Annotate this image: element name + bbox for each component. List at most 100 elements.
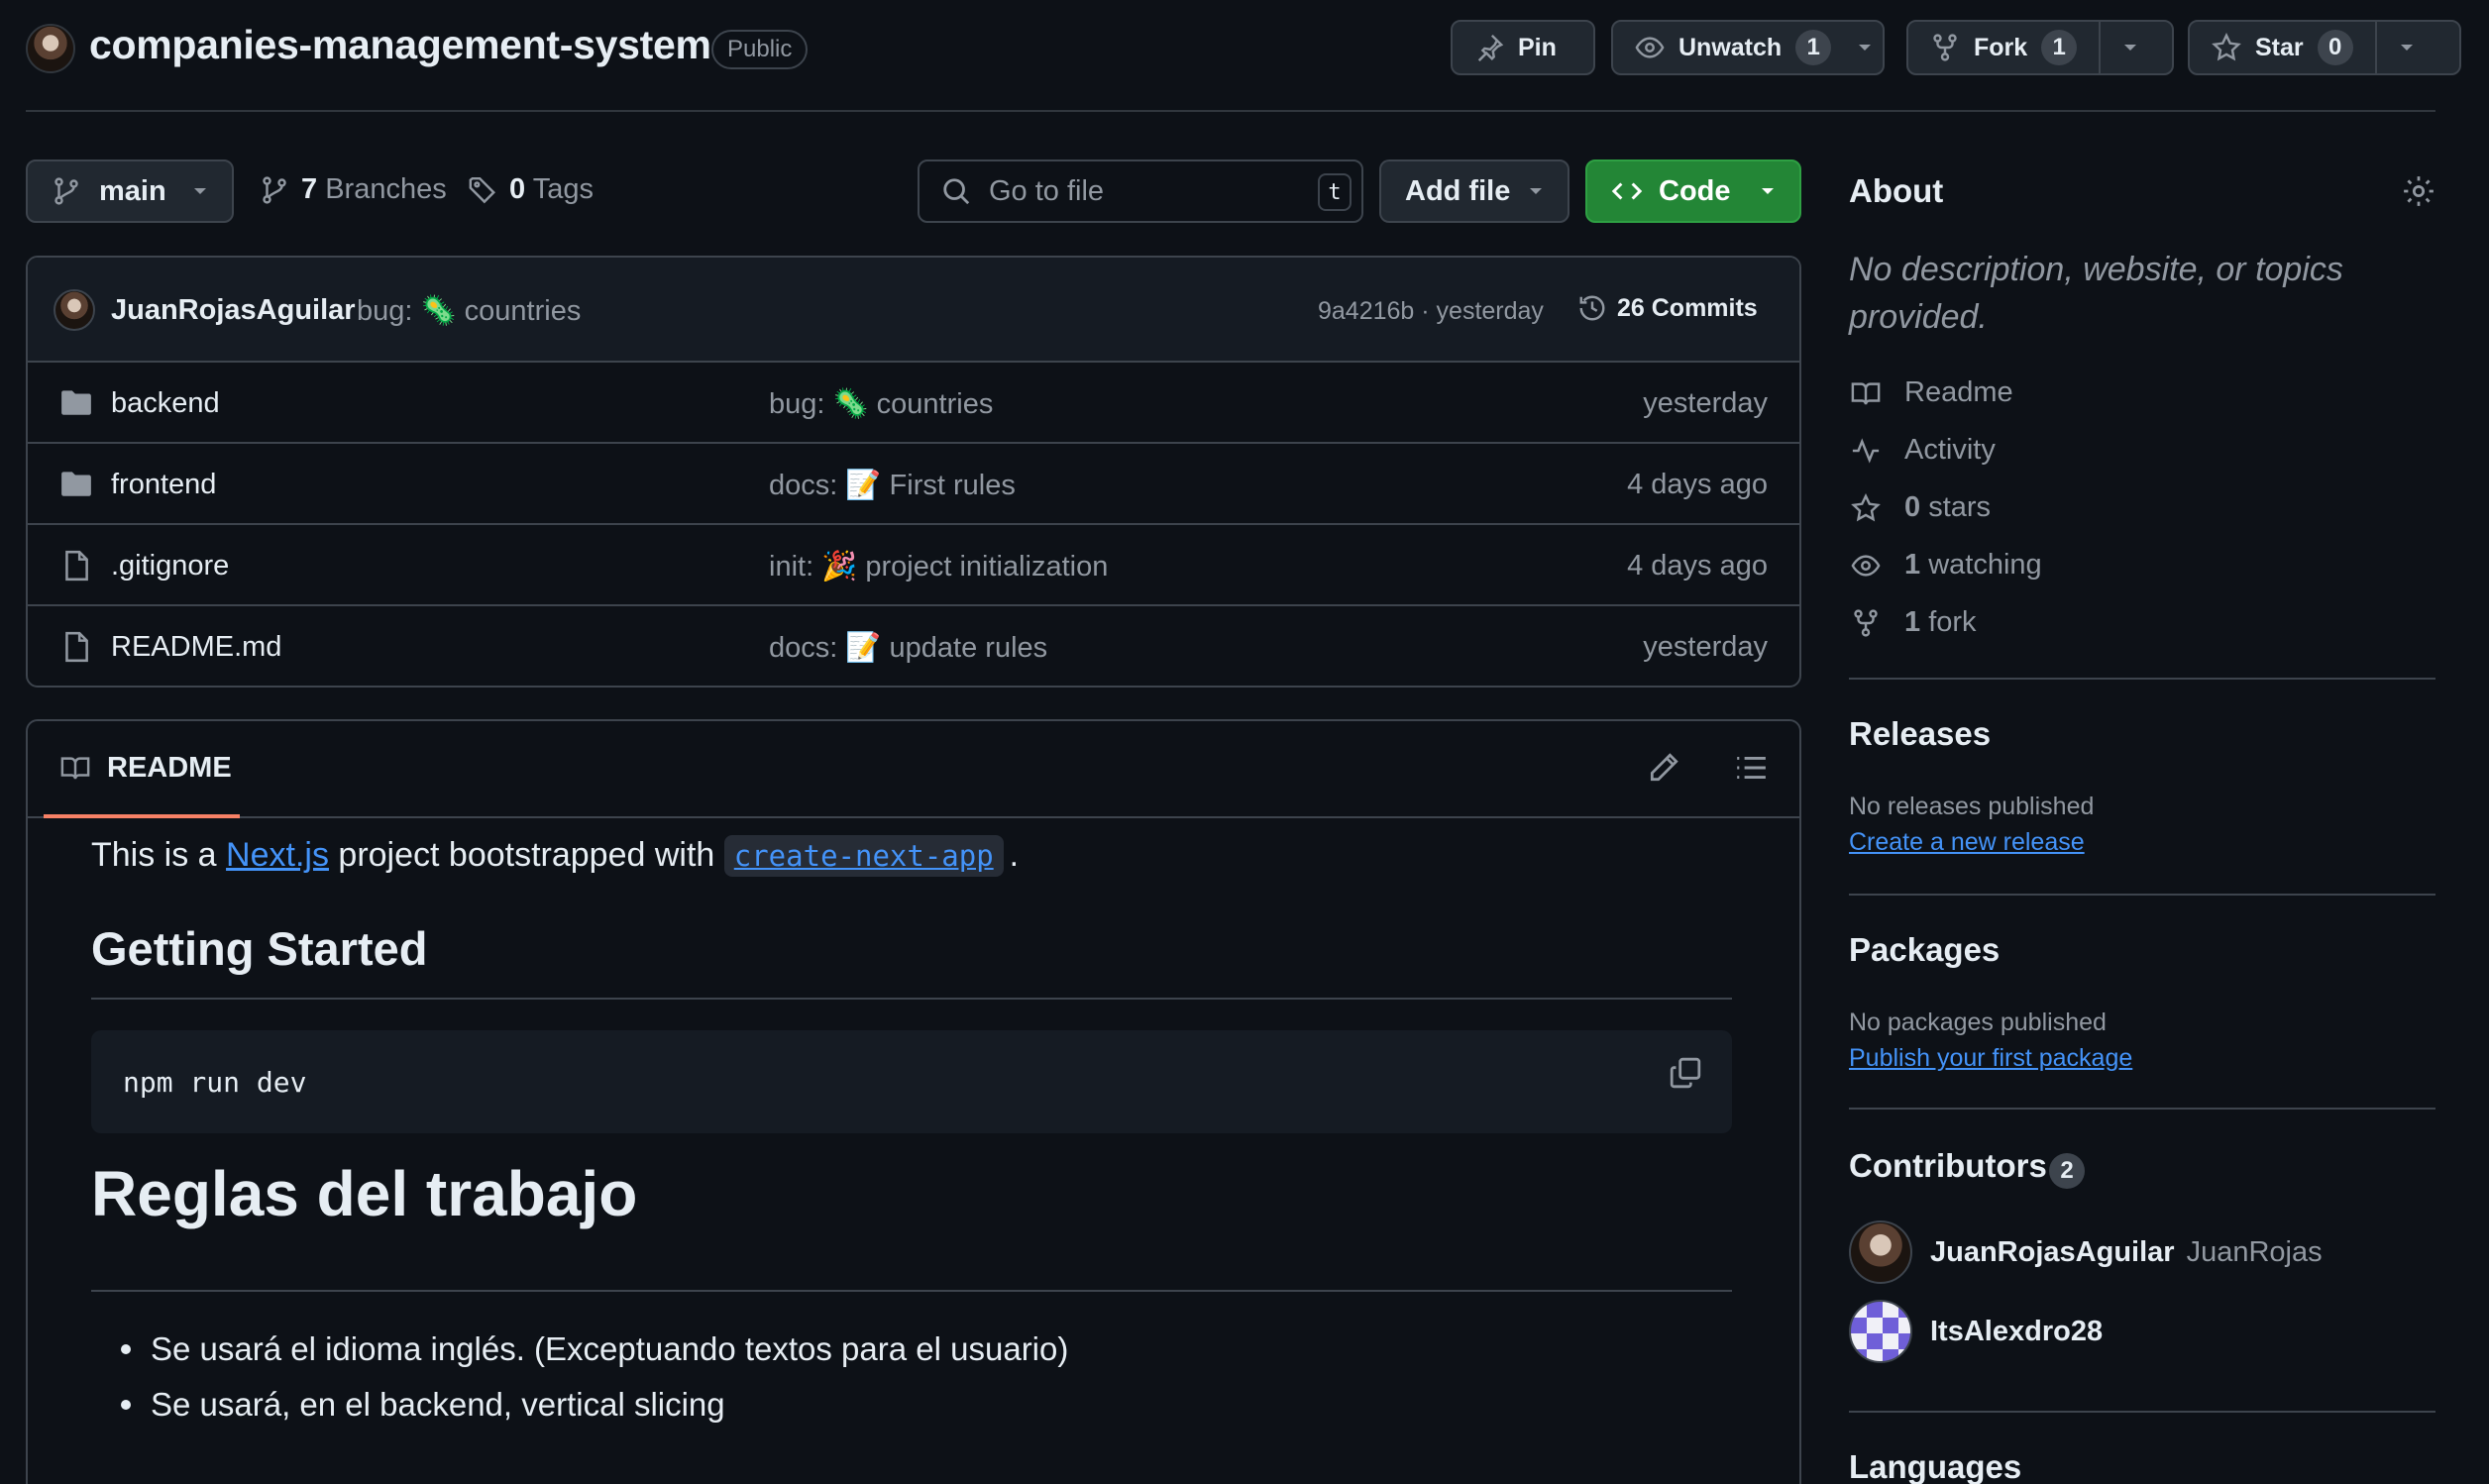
commits-history-link[interactable]: 26 Commits <box>1577 293 1758 323</box>
repo-name[interactable]: companies-management-system <box>89 22 711 68</box>
publish-package-link[interactable]: Publish your first package <box>1849 1044 2132 1073</box>
file-row[interactable]: README.md docs: 📝 update rules yesterday <box>28 606 1799 686</box>
add-file-label: Add file <box>1405 174 1511 207</box>
contributor-login[interactable]: JuanRojasAguilar <box>1930 1236 2175 1269</box>
file-row[interactable]: frontend docs: 📝 First rules 4 days ago <box>28 444 1799 525</box>
rules-list: Se usará el idioma inglés. (Exceptuando … <box>121 1322 1068 1432</box>
watch-dropdown[interactable] <box>1847 43 1883 53</box>
contributors-title[interactable]: Contributors <box>1849 1147 2047 1185</box>
owner-avatar[interactable] <box>26 24 75 73</box>
file-name[interactable]: README.md <box>111 631 281 664</box>
section-divider <box>1849 894 2435 896</box>
heading-divider <box>91 998 1732 1000</box>
fork-icon <box>1930 33 1960 62</box>
section-divider <box>1849 1411 2435 1413</box>
readme-tab-label: README <box>107 751 232 784</box>
file-commit-message[interactable]: init: 🎉 project initialization <box>769 550 1108 583</box>
pulse-icon <box>1849 436 1883 466</box>
add-file-button[interactable]: Add file <box>1379 159 1569 223</box>
code-label: Code <box>1659 174 1731 207</box>
caret-down-icon <box>192 186 208 196</box>
go-to-file-input[interactable]: Go to file t <box>918 159 1363 223</box>
pencil-icon[interactable] <box>1647 751 1680 785</box>
packages-title[interactable]: Packages <box>1849 931 2000 969</box>
avatar[interactable] <box>1849 1220 1912 1284</box>
meta-count: 1 <box>1904 549 1921 581</box>
fork-dropdown[interactable] <box>2099 22 2160 73</box>
stars-link[interactable]: 0 stars <box>1849 491 1991 524</box>
file-row[interactable]: .gitignore init: 🎉 project initializatio… <box>28 525 1799 606</box>
book-icon <box>59 753 91 783</box>
section-divider <box>1849 1108 2435 1110</box>
create-release-link[interactable]: Create a new release <box>1849 828 2085 857</box>
readme-panel: README This is a Next.js project bootstr… <box>26 719 1801 1484</box>
code-block: npm run dev <box>91 1030 1732 1133</box>
star-icon <box>2212 33 2241 62</box>
contributor-item[interactable]: ItsAlexdro28 <box>1849 1300 2103 1363</box>
book-icon <box>1849 378 1883 408</box>
meta-label: fork <box>1928 606 1977 638</box>
languages-title: Languages <box>1849 1448 2022 1484</box>
watch-count: 1 <box>1795 30 1832 65</box>
readme-link[interactable]: Readme <box>1849 376 2013 409</box>
activity-link[interactable]: Activity <box>1849 434 1996 467</box>
caret-down-icon <box>1760 186 1776 196</box>
fork-button[interactable]: Fork 1 <box>1908 22 2099 73</box>
list-icon[interactable] <box>1734 751 1768 785</box>
file-name[interactable]: .gitignore <box>111 550 229 583</box>
file-commit-time: 4 days ago <box>1627 550 1768 582</box>
star-dropdown[interactable] <box>2374 22 2436 73</box>
meta-count: 1 <box>1904 606 1921 638</box>
contributor-login[interactable]: ItsAlexdro28 <box>1930 1316 2103 1348</box>
branch-name: main <box>99 174 166 207</box>
file-commit-message[interactable]: docs: 📝 update rules <box>769 631 1047 665</box>
branches-link[interactable]: 7 Branches <box>260 173 447 206</box>
copy-icon[interactable] <box>1669 1056 1702 1090</box>
heading-rules: Reglas del trabajo <box>91 1158 638 1229</box>
branch-select-button[interactable]: main <box>26 159 234 223</box>
commit-message[interactable]: bug: 🦠 countries <box>357 294 581 328</box>
readme-intro: This is a Next.js project bootstrapped w… <box>91 835 1019 877</box>
about-title: About <box>1849 172 1944 209</box>
meta-label: stars <box>1928 491 1992 523</box>
pin-label: Pin <box>1518 33 1557 61</box>
search-icon <box>941 176 971 206</box>
readme-tabbar: README <box>28 721 1799 818</box>
unwatch-button[interactable]: Unwatch 1 <box>1613 22 1847 73</box>
history-icon <box>1577 293 1607 323</box>
eye-icon <box>1635 33 1665 62</box>
releases-note: No releases published <box>1849 793 2095 820</box>
forks-link[interactable]: 1 fork <box>1849 606 1977 639</box>
code-button[interactable]: Code <box>1585 159 1801 223</box>
file-name[interactable]: frontend <box>111 469 216 501</box>
meta-label: Activity <box>1904 434 1996 466</box>
file-table: JuanRojasAguilar bug: 🦠 countries 9a4216… <box>26 256 1801 688</box>
pin-button[interactable]: Pin <box>1451 20 1595 75</box>
contributor-item[interactable]: JuanRojasAguilar JuanRojas <box>1849 1220 2323 1284</box>
create-next-app-link[interactable]: create-next-app <box>723 835 1004 877</box>
caret-down-icon <box>2122 43 2138 53</box>
releases-title[interactable]: Releases <box>1849 715 1991 753</box>
commit-author[interactable]: JuanRojasAguilar <box>111 294 356 327</box>
branch-icon <box>52 176 81 206</box>
commit-hash-time[interactable]: 9a4216b · yesterday <box>1318 297 1544 326</box>
latest-commit-bar: JuanRojasAguilar bug: 🦠 countries 9a4216… <box>28 258 1799 363</box>
about-description: No description, website, or topics provi… <box>1849 251 2343 336</box>
list-item: Se usará el idioma inglés. (Exceptuando … <box>121 1322 1068 1377</box>
watching-link[interactable]: 1 watching <box>1849 549 2042 582</box>
intro-middle: project bootstrapped with <box>328 836 724 874</box>
star-button[interactable]: Star 0 <box>2190 22 2375 73</box>
nextjs-link[interactable]: Next.js <box>226 836 329 874</box>
heading-divider <box>91 1290 1732 1292</box>
file-commit-time: yesterday <box>1643 387 1768 419</box>
rule-text: Se usará, en el backend, vertical slicin… <box>151 1386 725 1423</box>
file-commit-message[interactable]: bug: 🦠 countries <box>769 387 993 421</box>
commit-author-avatar[interactable] <box>54 289 95 331</box>
file-row[interactable]: backend bug: 🦠 countries yesterday <box>28 363 1799 444</box>
tab-readme[interactable]: README <box>44 721 240 818</box>
file-name[interactable]: backend <box>111 387 220 420</box>
file-commit-message[interactable]: docs: 📝 First rules <box>769 469 1016 502</box>
tags-link[interactable]: 0 Tags <box>468 173 594 206</box>
gear-icon[interactable] <box>2402 174 2435 208</box>
avatar[interactable] <box>1849 1300 1912 1363</box>
